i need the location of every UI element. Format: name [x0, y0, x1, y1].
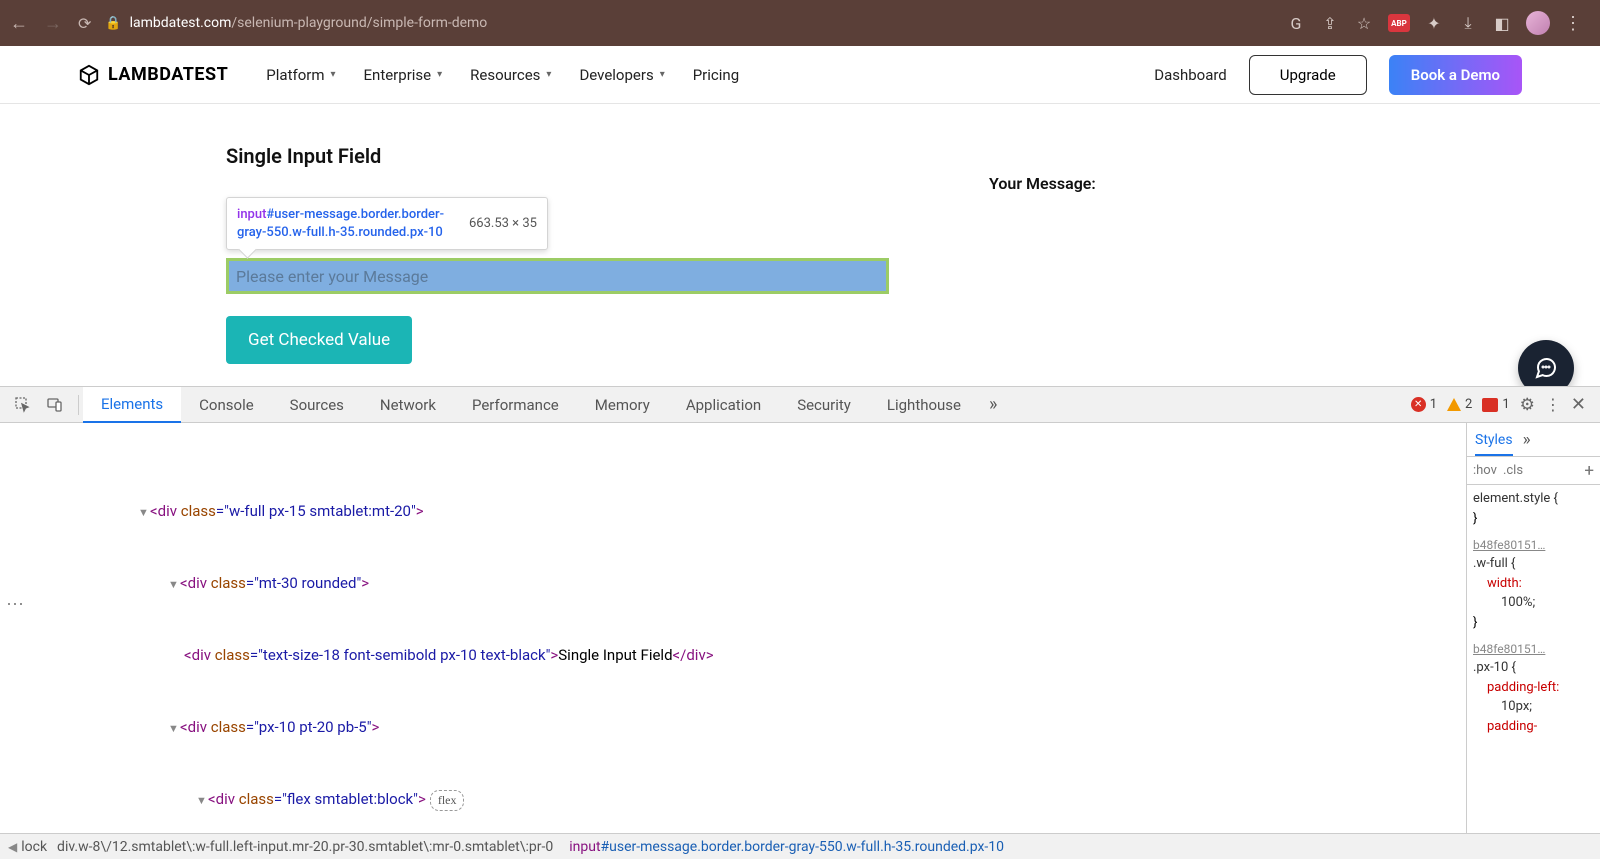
tab-sources[interactable]: Sources	[272, 387, 362, 423]
styles-overflow-icon[interactable]: »	[1523, 430, 1531, 450]
error-badge[interactable]: ✕1	[1411, 397, 1437, 412]
tab-network[interactable]: Network	[362, 387, 454, 423]
section-title: Single Input Field	[226, 144, 1600, 168]
tab-console[interactable]: Console	[181, 387, 272, 423]
dom-tree[interactable]: ⋯ ▼<div class="w-full px-15 smtablet:mt-…	[0, 423, 1466, 833]
tab-application[interactable]: Application	[668, 387, 779, 423]
tab-memory[interactable]: Memory	[577, 387, 668, 423]
download-icon[interactable]: ⤓	[1458, 13, 1478, 33]
chevron-down-icon: ▾	[437, 69, 442, 80]
site-header: LAMBDATEST Platform▾ Enterprise▾ Resourc…	[0, 46, 1600, 104]
nav-developers[interactable]: Developers▾	[579, 66, 664, 84]
browser-menu-icon[interactable]: ⋮	[1564, 13, 1582, 34]
styles-rules[interactable]: element.style { } b48fe80151… .w-full { …	[1467, 485, 1600, 833]
hov-toggle[interactable]: :hov	[1473, 463, 1497, 478]
panel-icon[interactable]: ◧	[1492, 13, 1512, 33]
styles-panel: Styles » :hov .cls + element.style { } b…	[1466, 423, 1600, 833]
nav-enterprise[interactable]: Enterprise▾	[364, 66, 443, 84]
breadcrumb[interactable]: ◀ lock div.w-8\/12.smtablet\:w-full.left…	[0, 833, 1600, 859]
device-icon[interactable]	[42, 392, 68, 418]
get-checked-value-button[interactable]: Get Checked Value	[226, 316, 412, 364]
close-icon[interactable]: ✕	[1571, 394, 1586, 415]
devtools-panel: Elements Console Sources Network Perform…	[0, 386, 1600, 859]
cls-toggle[interactable]: .cls	[1503, 463, 1523, 478]
nav-platform[interactable]: Platform▾	[266, 66, 335, 84]
chevron-down-icon: ▾	[660, 69, 665, 80]
crumb-segment[interactable]: lock	[21, 839, 47, 855]
inspector-tooltip: input#user-message.border.border-gray-55…	[226, 197, 548, 250]
upgrade-button[interactable]: Upgrade	[1249, 55, 1367, 95]
logo[interactable]: LAMBDATEST	[78, 64, 228, 86]
tab-lighthouse[interactable]: Lighthouse	[869, 387, 979, 423]
url-path: /selenium-playground/simple-form-demo	[231, 15, 487, 31]
tooltip-dimensions: 663.53 × 35	[469, 216, 537, 231]
extensions-icon[interactable]: ✦	[1424, 13, 1444, 33]
book-demo-button[interactable]: Book a Demo	[1389, 55, 1522, 95]
google-icon[interactable]: G	[1286, 13, 1306, 33]
styles-tab[interactable]: Styles	[1475, 432, 1513, 456]
crumb-left-icon[interactable]: ◀	[8, 840, 17, 854]
add-rule-icon[interactable]: +	[1584, 461, 1594, 481]
your-message-label: Your Message:	[989, 174, 1096, 193]
crumb-segment[interactable]: div.w-8\/12.smtablet\:w-full.left-input.…	[57, 839, 553, 855]
primary-nav: Platform▾ Enterprise▾ Resources▾ Develop…	[266, 66, 739, 84]
abp-icon[interactable]: ABP	[1388, 14, 1410, 32]
devtools-menu-icon[interactable]: ⋮	[1545, 395, 1561, 414]
tab-performance[interactable]: Performance	[454, 387, 577, 423]
devtools-tabbar: Elements Console Sources Network Perform…	[0, 387, 1600, 423]
message-input[interactable]	[226, 258, 889, 294]
settings-icon[interactable]: ⚙	[1520, 395, 1535, 415]
crumb-active[interactable]: input#user-message.border.border-gray-55…	[569, 839, 1004, 855]
logo-text: LAMBDATEST	[108, 64, 228, 85]
tabs-overflow-icon[interactable]: »	[979, 394, 1007, 415]
nav-pricing[interactable]: Pricing	[693, 66, 739, 84]
inspect-icon[interactable]	[10, 392, 36, 418]
browser-toolbar: ← → ⟳ 🔒 lambdatest.com/selenium-playgrou…	[0, 0, 1600, 46]
forward-icon[interactable]: →	[44, 13, 62, 34]
chat-icon	[1534, 356, 1558, 380]
back-icon[interactable]: ←	[10, 13, 28, 34]
star-icon[interactable]: ☆	[1354, 13, 1374, 33]
tab-elements[interactable]: Elements	[83, 387, 181, 423]
url-domain: lambdatest.com	[130, 15, 232, 31]
reload-icon[interactable]: ⟳	[78, 14, 91, 33]
lock-icon: 🔒	[105, 16, 121, 31]
chevron-down-icon: ▾	[330, 69, 335, 80]
tooltip-selector: input#user-message.border.border-gray-55…	[237, 206, 457, 241]
logo-icon	[78, 64, 100, 86]
nav-resources[interactable]: Resources▾	[470, 66, 551, 84]
dashboard-link[interactable]: Dashboard	[1154, 66, 1227, 84]
chevron-down-icon: ▾	[546, 69, 551, 80]
nav-arrows: ← → ⟳	[10, 13, 91, 34]
blocked-badge[interactable]: 1	[1482, 397, 1509, 412]
row-actions-icon[interactable]: ⋯	[6, 591, 22, 620]
address-bar[interactable]: 🔒 lambdatest.com/selenium-playground/sim…	[105, 15, 1272, 31]
flex-badge[interactable]: flex	[430, 790, 465, 811]
profile-avatar[interactable]	[1526, 11, 1550, 35]
share-icon[interactable]: ⇪	[1320, 13, 1340, 33]
warning-badge[interactable]: 2	[1447, 397, 1472, 412]
extension-tray: G ⇪ ☆ ABP ✦ ⤓ ◧ ⋮	[1286, 11, 1590, 35]
tab-security[interactable]: Security	[779, 387, 869, 423]
